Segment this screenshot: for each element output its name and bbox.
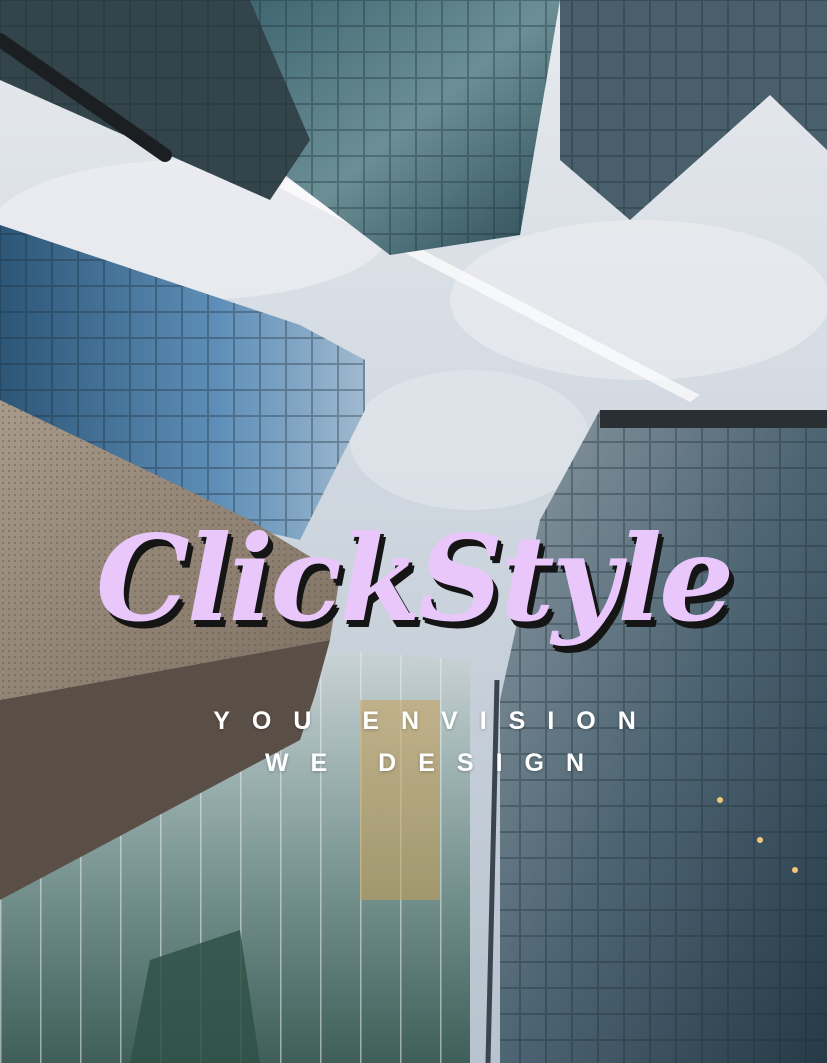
brand-logo-text: ClickStyle [95,509,734,648]
poster: ClickStyle YOU ENVISION WE DESIGN [0,0,827,1063]
tagline-line-1: YOU ENVISION [213,707,658,735]
tagline-line-2: WE DESIGN [264,749,607,777]
